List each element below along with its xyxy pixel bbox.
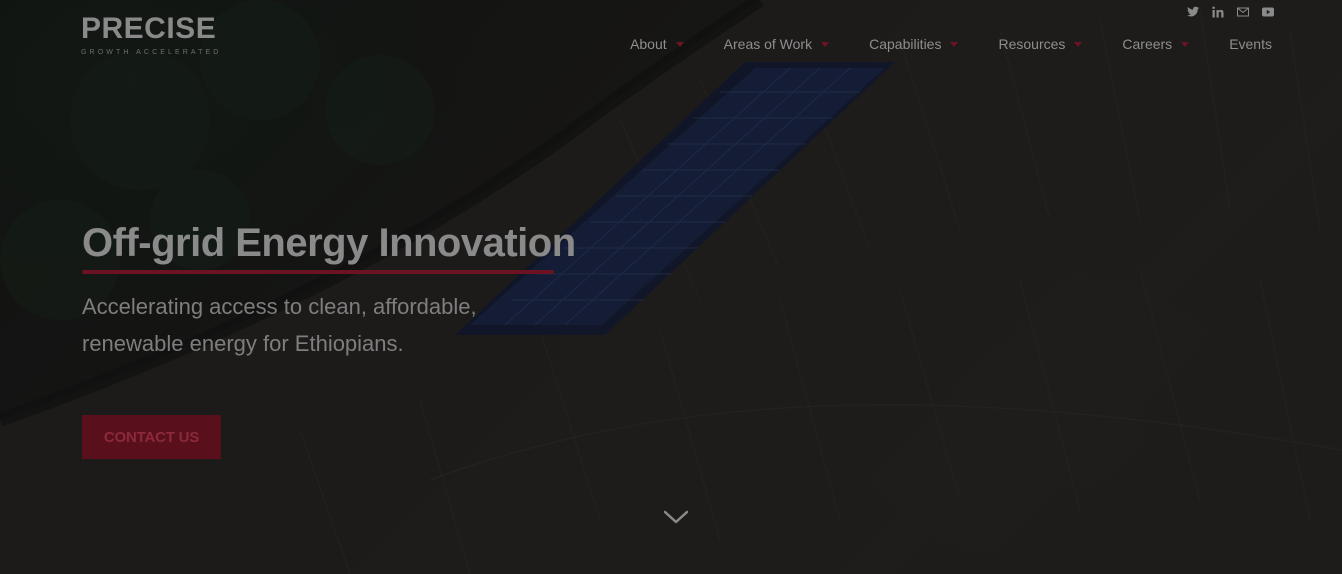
logo[interactable]: PRECISE GROWTH ACCELERATED — [81, 14, 231, 58]
nav-item-label: Careers — [1122, 36, 1173, 52]
hero-overlay — [0, 0, 1342, 574]
caret-down-icon — [1181, 41, 1190, 47]
caret-down-icon — [1074, 41, 1083, 47]
nav-item-careers[interactable]: Careers — [1122, 34, 1190, 54]
youtube-icon[interactable] — [1261, 5, 1274, 18]
mail-icon[interactable] — [1236, 5, 1249, 18]
nav-item-label: About — [630, 36, 667, 52]
logo-tagline: GROWTH ACCELERATED — [81, 49, 222, 56]
nav-item-label: Capabilities — [869, 36, 942, 52]
social-links — [1186, 5, 1274, 18]
nav-item-events[interactable]: Events — [1229, 34, 1272, 54]
nav-item-resources[interactable]: Resources — [998, 34, 1083, 54]
hero-title: Off-grid Energy Innovation — [82, 221, 576, 265]
title-underline — [82, 270, 554, 274]
linkedin-icon[interactable] — [1211, 5, 1224, 18]
twitter-icon[interactable] — [1186, 5, 1199, 18]
caret-down-icon — [675, 41, 684, 47]
chevron-down-icon[interactable] — [662, 508, 690, 526]
nav-item-about[interactable]: About — [630, 34, 684, 54]
hero-subtitle: Accelerating access to clean, affordable… — [82, 294, 477, 356]
nav-item-areas-of-work[interactable]: Areas of Work — [723, 34, 830, 54]
nav-item-capabilities[interactable]: Capabilities — [869, 34, 959, 54]
nav-item-label: Resources — [998, 36, 1066, 52]
nav-item-label: Events — [1229, 36, 1272, 52]
caret-down-icon — [950, 41, 959, 47]
main-nav: About Areas of Work Capabilities Resourc… — [630, 34, 1272, 54]
nav-item-label: Areas of Work — [723, 36, 813, 52]
logo-wordmark: PRECISE — [81, 12, 217, 45]
hero-background — [0, 0, 1342, 574]
contact-us-button[interactable]: CONTACT US — [82, 415, 221, 459]
caret-down-icon — [821, 41, 830, 47]
